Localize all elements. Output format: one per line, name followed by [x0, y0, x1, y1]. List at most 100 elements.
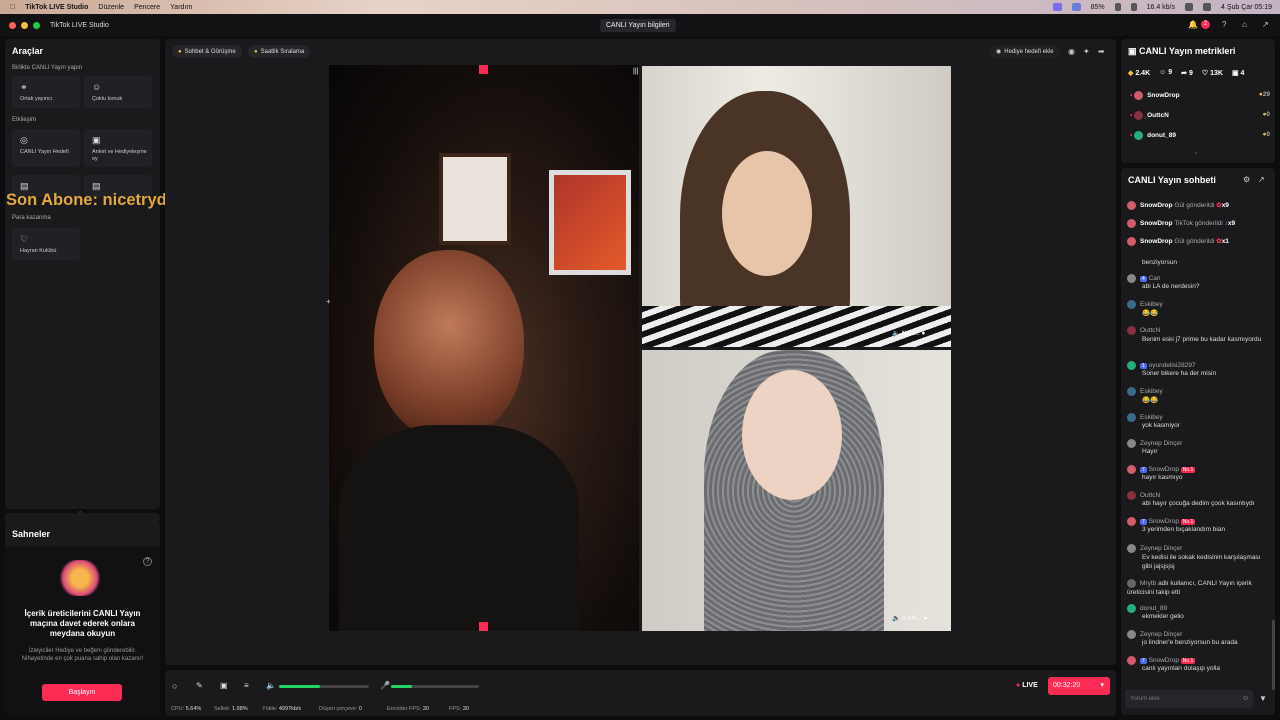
guest1-label: 🔈 Nurr... ●: [892, 330, 926, 337]
tool-multi-label: Çoklu konuk: [92, 96, 123, 102]
effects-icon[interactable]: ✦: [1083, 47, 1090, 56]
tool-poll[interactable]: ▣ Anket ve Hediyeleşme oy: [84, 129, 152, 167]
metrics-panel: [1121, 39, 1275, 163]
top-viewer-row[interactable]: • SnowDrop ●29: [1130, 91, 1270, 100]
chat-call-label: Sohbet & Görüşme: [184, 48, 236, 55]
emoji-icon[interactable]: ☺: [1242, 695, 1249, 702]
menu-app[interactable]: TikTok LIVE Studio: [25, 4, 88, 11]
share-stream-icon[interactable]: ➦: [1098, 47, 1105, 56]
chat-message: Eskibey 😂😂: [1127, 387, 1267, 404]
help-icon[interactable]: ?: [1222, 20, 1226, 29]
speaker-volume-slider[interactable]: [279, 685, 369, 688]
end-live-button[interactable]: 00:32:20 ▾: [1048, 677, 1110, 695]
bell-icon[interactable]: 🔔: [1188, 20, 1198, 29]
live-info-button[interactable]: CANLI Yayın bilgileri: [600, 19, 676, 32]
chat-emoji-icon: ●: [178, 48, 182, 55]
record-icon[interactable]: ◉: [1068, 47, 1075, 56]
mic-icon[interactable]: 🎤: [380, 681, 390, 690]
notification-count: 2: [1201, 20, 1210, 29]
tool-live-goal[interactable]: ◎ CANLI Yayın Hedefi: [12, 129, 80, 167]
expand-chevron-icon[interactable]: ˇ: [1195, 153, 1197, 160]
diamond-icon: ◆: [1128, 70, 1134, 77]
menu-window[interactable]: Pencere: [134, 4, 160, 11]
record-toggle-icon[interactable]: ○: [172, 681, 177, 691]
menu-edit[interactable]: Düzenle: [98, 4, 124, 11]
chat-settings-icon[interactable]: ⚙: [1243, 175, 1250, 184]
metrics-title: ▣ CANLI Yayın metrikleri: [1128, 46, 1235, 57]
chevron-down-icon: ▾: [1100, 682, 1104, 689]
chat-message: 1 oyundelisi28297 Soner bikere ha der mis…: [1127, 361, 1267, 377]
tool-cohost[interactable]: ⚭ Ortak yayıncı: [12, 76, 80, 108]
window-title: TikTok LIVE Studio: [50, 21, 109, 29]
hourly-rank-label: Saatlik Sıralama: [260, 48, 305, 55]
status-app-icon[interactable]: [1052, 3, 1062, 11]
filter-icon[interactable]: ▼: [1259, 694, 1267, 703]
apple-icon[interactable]: : [10, 4, 15, 11]
moon-icon[interactable]: [1114, 3, 1121, 11]
share-icon[interactable]: ↗: [1262, 20, 1269, 29]
guest1-face: [722, 151, 812, 276]
guest1-shirt: [642, 306, 951, 347]
tools-section-colive: Birlikte CANLI Yayın yapın: [12, 65, 83, 71]
share-count: ➦ 9: [1181, 70, 1193, 77]
stat-upload: Yükle: 4997kb/s: [262, 706, 302, 712]
mixer-icon[interactable]: ≡: [244, 681, 249, 690]
bluetooth-icon[interactable]: [1130, 3, 1137, 11]
chat-call-pill[interactable]: ● Sohbet & Görüşme: [172, 45, 242, 58]
guest2-name: İLKN...: [901, 615, 922, 622]
preview-panel: [165, 39, 1116, 665]
settings-icon[interactable]: ⌂: [1242, 20, 1247, 29]
pen-icon[interactable]: ✎: [196, 681, 203, 690]
network-speed: 16.4 kb/s: [1146, 3, 1176, 11]
guest-video-1[interactable]: [642, 66, 951, 347]
host-face: [374, 250, 524, 440]
chat-message: Eskibey yok kasmiyor: [1127, 413, 1267, 429]
like-count: ♡ 13K: [1201, 70, 1223, 77]
popout-icon[interactable]: ↗: [1258, 175, 1265, 184]
host-marker-top: [479, 65, 488, 74]
host-marker-bottom: [479, 622, 488, 631]
chat-message: 7 SnowDrop No.1 3 yerimden bıçaklandım bi…: [1127, 517, 1267, 533]
battle-emoji-icon: [58, 560, 102, 596]
tool-fan-club[interactable]: ♡ Hayran Kulübü: [12, 228, 80, 260]
add-gift-goal-pill[interactable]: ◉ Hediye hedefi ekle: [990, 45, 1060, 58]
chat-message: Zeynep Dinçer Ev kedisi ile sokak kedisin…: [1127, 544, 1267, 571]
guest2-face: [742, 370, 842, 500]
guest2-label: 🔈 İLKN... ●: [892, 615, 928, 622]
tool-multi-guest[interactable]: ☺ Çoklu konuk: [84, 76, 152, 108]
host-video: [329, 65, 639, 631]
chat-message: Zeynep Dinçer Hayır: [1127, 439, 1267, 455]
share-count-icon: ➦: [1181, 70, 1188, 77]
tools-panel: [5, 39, 160, 509]
mic-volume-slider[interactable]: [391, 685, 479, 688]
mic-volume-fill: [391, 685, 413, 688]
audio-level-icon[interactable]: |||: [633, 68, 638, 75]
wifi-icon[interactable]: [1185, 3, 1194, 11]
start-button[interactable]: Başlayın: [42, 684, 122, 701]
zoom-window-button[interactable]: [33, 21, 40, 29]
comment-input[interactable]: [1125, 690, 1253, 708]
wall-frame-2: [549, 170, 631, 275]
scenes-title: Sahneler: [12, 529, 51, 539]
guest-video-2[interactable]: [642, 350, 951, 631]
live-label: LIVE: [1022, 682, 1038, 689]
speaker-icon[interactable]: 🔈: [266, 681, 276, 690]
control-bar: [165, 670, 1116, 716]
chat-message: Mrytb adlı kullanıcı, CANLI Yayın içerik…: [1127, 579, 1252, 597]
status-app2-icon[interactable]: [1071, 3, 1081, 11]
chat-message: 7 SnowDrop No.1 canlı yayınları dolaşıp y…: [1127, 656, 1267, 672]
top-viewer-row[interactable]: • OuttcN ●0: [1130, 111, 1270, 120]
info-icon[interactable]: ?: [143, 557, 152, 566]
gift-row: SnowDrop Gül gönderildi ✿x9: [1127, 201, 1267, 210]
hourly-rank-pill[interactable]: ● Saatlik Sıralama: [248, 45, 311, 58]
top-viewer-row[interactable]: • donut_89 ●0: [1130, 131, 1270, 140]
stat-loss: Sellek: 1.98%: [214, 706, 248, 712]
close-window-button[interactable]: [9, 21, 16, 29]
screen-icon[interactable]: ▣: [220, 681, 228, 690]
minimize-window-button[interactable]: [21, 21, 28, 29]
chat-scrollbar[interactable]: [1272, 620, 1275, 690]
control-center-icon[interactable]: [1203, 3, 1212, 11]
menu-help[interactable]: Yardım: [170, 4, 192, 11]
promo-description: İzleyiciler Hediye ve beğeni gönderebili…: [21, 648, 144, 662]
gift-count: ▣ 4: [1231, 70, 1245, 77]
